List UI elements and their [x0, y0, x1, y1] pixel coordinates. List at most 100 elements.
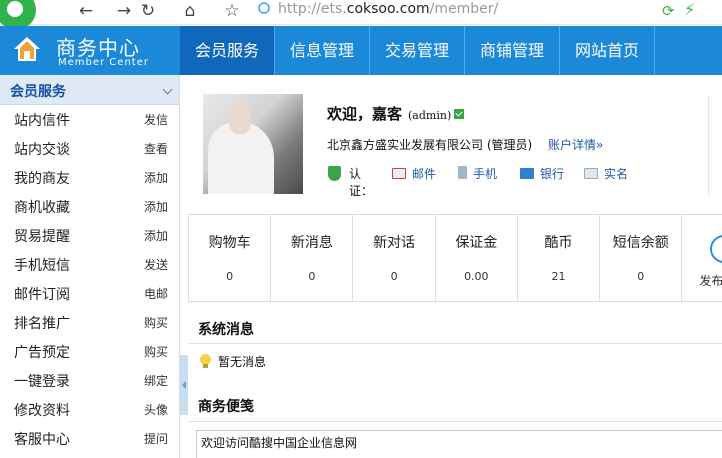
- stat-title[interactable]: 酷币: [518, 232, 599, 252]
- sidebar-item-action[interactable]: 发信: [144, 111, 168, 128]
- sidebar-item-one-click-login[interactable]: 一键登录 绑定: [0, 366, 179, 395]
- stat-title[interactable]: 新消息: [271, 232, 352, 252]
- sidebar-item-label[interactable]: 修改资料: [14, 400, 70, 420]
- stat-coins[interactable]: 酷币 21: [518, 215, 601, 301]
- nav-site-home[interactable]: 网站首页: [560, 26, 655, 75]
- extension-sync-icon[interactable]: ⟳: [662, 2, 675, 20]
- sidebar-item-ranking[interactable]: 排名推广 购买: [0, 308, 179, 337]
- sidebar-item-action[interactable]: 添加: [144, 198, 168, 215]
- sidebar-item-action[interactable]: 提问: [144, 430, 168, 447]
- sidebar-item-action[interactable]: 头像: [144, 401, 168, 418]
- sidebar-item-friends[interactable]: 我的商友 添加: [0, 163, 179, 192]
- stat-value[interactable]: 0: [600, 270, 681, 283]
- sidebar-item-label[interactable]: 站内信件: [14, 110, 70, 130]
- sidebar-item-chat[interactable]: 站内交谈 查看: [0, 134, 179, 163]
- avatar[interactable]: [203, 94, 303, 194]
- mobile-icon: [458, 166, 467, 179]
- stat-value[interactable]: 0.00: [436, 270, 517, 283]
- sidebar-item-email-subscribe[interactable]: 邮件订阅 电邮: [0, 279, 179, 308]
- stat-title[interactable]: 新对话: [353, 232, 434, 252]
- sidebar-item-label[interactable]: 站内交谈: [14, 139, 70, 159]
- globe-icon: [258, 2, 270, 14]
- address-bar[interactable]: http://ets.coksoo.com/member/: [258, 0, 708, 20]
- sidebar-item-label[interactable]: 贸易提醒: [14, 226, 70, 246]
- stat-value[interactable]: 0: [353, 270, 434, 283]
- verify-realname-label[interactable]: 实名: [604, 167, 628, 181]
- sidebar-item-label[interactable]: 商机收藏: [14, 197, 70, 217]
- sidebar-item-action[interactable]: 添加: [144, 169, 168, 186]
- sidebar-item-inbox[interactable]: 站内信件 发信: [0, 105, 179, 134]
- star-icon[interactable]: ☆: [220, 0, 244, 22]
- verify-realname-link[interactable]: 实名: [584, 165, 628, 182]
- stat-sms-balance[interactable]: 短信余额 0: [600, 215, 683, 301]
- sidebar-item-action[interactable]: 添加: [144, 227, 168, 244]
- lightbulb-icon: [200, 354, 211, 368]
- sidebar-item-action[interactable]: 发送: [144, 256, 168, 273]
- url-prefix: http://ets.: [278, 1, 347, 17]
- memo-textarea[interactable]: 欢迎访问酷搜中国企业信息网: [196, 430, 722, 458]
- id-card-icon: [584, 168, 598, 179]
- verify-bank-label[interactable]: 银行: [540, 167, 564, 181]
- sidebar-item-trade-alerts[interactable]: 贸易提醒 添加: [0, 221, 179, 250]
- stat-cart[interactable]: 购物车 0: [189, 215, 272, 301]
- stat-title[interactable]: 购物车: [189, 232, 270, 252]
- sidebar-item-sms[interactable]: 手机短信 发送: [0, 250, 179, 279]
- sidebar-item-label[interactable]: 手机短信: [14, 255, 70, 275]
- nav-member-services[interactable]: 会员服务: [180, 26, 275, 75]
- sidebar-heading[interactable]: 会员服务: [0, 75, 179, 105]
- extension-bolt-icon[interactable]: ⚡: [684, 0, 695, 19]
- nav-info-management[interactable]: 信息管理: [275, 26, 370, 75]
- verify-email-label[interactable]: 邮件: [412, 167, 436, 181]
- sidebar-item-label[interactable]: 排名推广: [14, 313, 70, 333]
- profile-divider: [708, 96, 709, 196]
- sidebar-item-support[interactable]: 客服中心 提问: [0, 424, 179, 453]
- section-divider: [188, 343, 722, 344]
- sidebar-item-label[interactable]: 邮件订阅: [14, 284, 70, 304]
- account-details-link[interactable]: 账户详情»: [548, 136, 603, 153]
- sidebar-item-edit-profile[interactable]: 修改资料 头像: [0, 395, 179, 424]
- stat-new-messages[interactable]: 新消息 0: [271, 215, 354, 301]
- sidebar-item-action[interactable]: 绑定: [144, 372, 168, 389]
- stats-panel: 购物车 0 新消息 0 新对话 0 保证金 0.00 酷币 21 短信余额 0 发布: [188, 214, 722, 302]
- sidebar-item-label[interactable]: 一键登录: [14, 371, 70, 391]
- username: (admin): [408, 109, 452, 122]
- publish-icon[interactable]: [710, 235, 722, 263]
- shield-icon: [328, 166, 341, 181]
- sidebar-heading-label: 会员服务: [10, 84, 66, 100]
- sidebar-collapse-handle[interactable]: [180, 355, 188, 415]
- sidebar-item-label[interactable]: 广告预定: [14, 342, 70, 362]
- back-arrow-icon[interactable]: ←: [74, 0, 98, 22]
- stat-value[interactable]: 0: [189, 270, 270, 283]
- company-name: 北京鑫方盛实业发展有限公司 (管理员): [327, 138, 533, 152]
- stat-title[interactable]: 短信余额: [600, 232, 681, 252]
- sidebar-item-action[interactable]: 查看: [144, 140, 168, 157]
- refresh-icon[interactable]: ↻: [136, 0, 160, 22]
- verify-email-link[interactable]: 邮件: [392, 165, 436, 182]
- sidebar-item-label[interactable]: 我的商友: [14, 168, 70, 188]
- stat-value[interactable]: 0: [271, 270, 352, 283]
- verify-bank-link[interactable]: 银行: [520, 165, 564, 182]
- sidebar-item-action[interactable]: 购买: [144, 343, 168, 360]
- home-logo-icon[interactable]: [13, 35, 41, 63]
- forward-arrow-icon[interactable]: →: [112, 0, 136, 22]
- sidebar-item-action[interactable]: 购买: [144, 314, 168, 331]
- stat-publish[interactable]: 发布: [682, 215, 722, 301]
- sidebar-item-label[interactable]: 客服中心: [14, 429, 70, 449]
- nav-trade-management[interactable]: 交易管理: [370, 26, 465, 75]
- publish-label[interactable]: 发布: [699, 272, 722, 289]
- stat-new-chats[interactable]: 新对话 0: [353, 215, 436, 301]
- sidebar-item-ads[interactable]: 广告预定 购买: [0, 337, 179, 366]
- stat-title[interactable]: 保证金: [436, 232, 517, 252]
- nav-shop-management[interactable]: 商铺管理: [465, 26, 560, 75]
- no-messages-text: 暂无消息: [218, 355, 267, 369]
- stat-deposit[interactable]: 保证金 0.00: [436, 215, 518, 301]
- stat-value[interactable]: 21: [518, 270, 599, 283]
- bank-card-icon: [520, 168, 534, 179]
- sidebar-item-action[interactable]: 电邮: [144, 285, 168, 302]
- home-icon[interactable]: ⌂: [178, 0, 202, 22]
- system-messages-title: 系统消息: [198, 322, 254, 338]
- verify-mobile-link[interactable]: 手机: [458, 165, 497, 182]
- mail-icon: [392, 168, 406, 179]
- sidebar-item-favorites[interactable]: 商机收藏 添加: [0, 192, 179, 221]
- verify-mobile-label[interactable]: 手机: [473, 167, 497, 181]
